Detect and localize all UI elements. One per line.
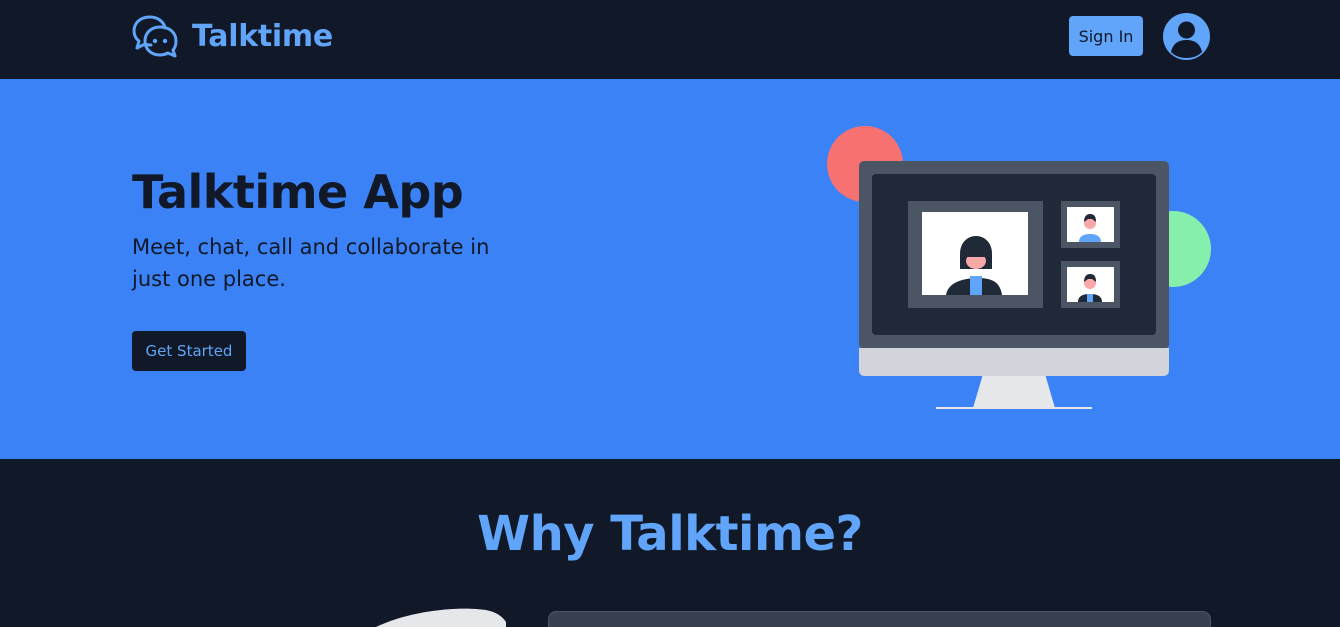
brand-logo-link[interactable]: Talktime — [132, 14, 333, 58]
sign-in-button[interactable]: Sign In — [1069, 16, 1143, 56]
video-call-monitor-illustration — [827, 126, 1211, 409]
hero-title: Talktime App — [132, 165, 464, 219]
brand-name: Talktime — [192, 18, 333, 54]
user-avatar-button[interactable] — [1163, 13, 1210, 60]
user-avatar-icon — [1171, 21, 1202, 58]
navbar: Talktime Sign In — [0, 0, 1340, 79]
hero-section: Talktime App Meet, chat, call and collab… — [0, 79, 1340, 459]
chat-bubbles-icon — [132, 15, 178, 58]
get-started-button[interactable]: Get Started — [132, 331, 246, 371]
feature-illustration — [376, 608, 506, 627]
why-section-title: Why Talktime? — [477, 506, 863, 562]
hero-subtitle: Meet, chat, call and collaborate in just… — [132, 235, 490, 291]
feature-card — [548, 611, 1211, 627]
